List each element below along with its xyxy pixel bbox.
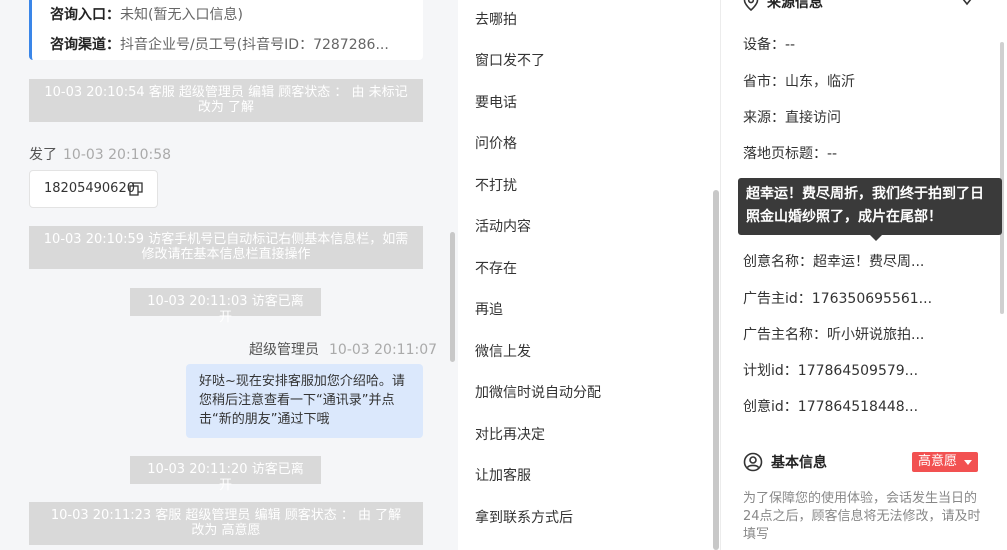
visitor-name: 发了 bbox=[29, 147, 57, 163]
field-source: 来源：直接访问 bbox=[743, 107, 841, 127]
source-info-title: 来源信息 bbox=[767, 0, 823, 11]
field-advertiser-name: 广告主名称：听小妍说旅拍... bbox=[743, 324, 924, 344]
chat-panel: 咨询入口：未知(暂无入口信息) 咨询渠道：抖音企业号/员工号(抖音号ID：728… bbox=[0, 0, 458, 550]
quick-reply-item[interactable]: 不存在 bbox=[475, 258, 517, 278]
visitor-left-notice: 10-03 20:11:03 访客已离开 bbox=[130, 288, 321, 325]
field-value: 山东，临沂 bbox=[785, 74, 855, 90]
quick-reply-scrollbar[interactable] bbox=[713, 190, 719, 550]
field-plan-id: 计划id：177864509579... bbox=[743, 360, 918, 380]
field-landing-title: 落地页标题：-- bbox=[743, 143, 837, 163]
field-value: 听小妍说旅拍... bbox=[827, 327, 925, 343]
system-message: 10-03 20:11:23 客服 超级管理员 编辑 顾客状态 ： 由 了解 改… bbox=[29, 502, 423, 545]
consult-entry-row: 咨询入口：未知(暂无入口信息) bbox=[50, 0, 420, 30]
intent-badge-label: 高意愿 bbox=[918, 454, 958, 469]
field-label: 省市： bbox=[743, 74, 785, 90]
creative-name-tooltip: 超幸运！费尽周折，我们终于拍到了日照金山婚纱照了，成片在尾部！ bbox=[738, 178, 1002, 235]
quick-reply-panel: 去哪拍 窗口发不了 要电话 问价格 不打扰 活动内容 不存在 再追 微信上发 加… bbox=[458, 0, 720, 550]
field-label: 计划id： bbox=[743, 363, 798, 379]
consult-entry-label: 咨询入口： bbox=[50, 7, 120, 23]
field-value: 超幸运！费尽周... bbox=[813, 254, 925, 270]
field-device: 设备：-- bbox=[743, 34, 795, 54]
copy-icon[interactable] bbox=[129, 182, 143, 196]
field-value: 176350695561... bbox=[811, 291, 933, 307]
field-label: 来源： bbox=[743, 110, 785, 126]
field-label: 设备： bbox=[743, 37, 785, 53]
basic-info-title: 基本信息 bbox=[771, 455, 827, 471]
field-creative-id: 创意id：177864518448... bbox=[743, 396, 918, 416]
field-value: 直接访问 bbox=[785, 110, 841, 126]
field-value: 177864518448... bbox=[797, 399, 919, 415]
field-value: -- bbox=[827, 146, 838, 162]
field-advertiser-id: 广告主id：176350695561... bbox=[743, 288, 932, 308]
field-creative-name: 创意名称：超幸运！费尽周... bbox=[743, 251, 924, 271]
quick-reply-item[interactable]: 对比再决定 bbox=[475, 424, 545, 444]
quick-reply-item[interactable]: 再追 bbox=[475, 299, 503, 319]
quick-reply-item[interactable]: 加微信时说自动分配 bbox=[475, 382, 601, 402]
message-time: 10-03 20:11:07 bbox=[329, 342, 438, 358]
agent-message-header: 超级管理员 10-03 20:11:07 bbox=[249, 339, 437, 359]
consult-entry-value: 未知(暂无入口信息) bbox=[120, 7, 243, 23]
message-time: 10-03 20:10:58 bbox=[63, 147, 172, 163]
quick-reply-item[interactable]: 不打扰 bbox=[475, 175, 517, 195]
field-label: 落地页标题： bbox=[743, 146, 827, 162]
system-message: 10-03 20:10:54 客服 超级管理员 编辑 顾客状态 ： 由 未标记 … bbox=[29, 79, 423, 122]
agent-name: 超级管理员 bbox=[249, 342, 319, 358]
field-label: 广告主名称： bbox=[743, 327, 827, 343]
quick-reply-item[interactable]: 窗口发不了 bbox=[475, 50, 545, 70]
agent-message-bubble: 好哒~现在安排客服加您介绍哈。请您稍后注意查看一下“通讯录”并点击“新的朋友”通… bbox=[186, 364, 423, 438]
visitor-phone-bubble: 18205490620 bbox=[29, 170, 158, 208]
visitor-phone-number: 18205490620 bbox=[44, 181, 135, 196]
visitor-message-header: 发了 10-03 20:10:58 bbox=[29, 144, 171, 164]
field-value: -- bbox=[785, 37, 796, 53]
field-label: 创意id： bbox=[743, 399, 798, 415]
user-circle-icon bbox=[743, 452, 763, 472]
edit-icon[interactable] bbox=[957, 0, 977, 8]
field-value: 177864509579... bbox=[797, 363, 919, 379]
quick-reply-item[interactable]: 问价格 bbox=[475, 133, 517, 153]
quick-reply-item[interactable]: 活动内容 bbox=[475, 216, 531, 236]
field-label: 广告主id： bbox=[743, 291, 812, 307]
quick-reply-item[interactable]: 拿到联系方式后 bbox=[475, 507, 573, 527]
edit-deadline-note: 为了保障您的使用体验，会话发生当日的24点之后，顾客信息将无法修改，请及时填写 bbox=[743, 491, 981, 542]
quick-reply-item[interactable]: 要电话 bbox=[475, 92, 517, 112]
consult-channel-row: 咨询渠道：抖音企业号/员工号(抖音号ID：7287286... bbox=[50, 30, 420, 60]
system-message: 10-03 20:10:59 访客手机号已自动标记右侧基本信息栏，如需修改请在基… bbox=[29, 226, 423, 269]
quick-reply-item[interactable]: 微信上发 bbox=[475, 341, 531, 361]
intent-badge-dropdown[interactable]: 高意愿 bbox=[912, 452, 978, 472]
quick-reply-item[interactable]: 让加客服 bbox=[475, 465, 531, 485]
chat-scrollbar[interactable] bbox=[450, 232, 455, 362]
caret-down-icon bbox=[964, 460, 972, 465]
source-info-header: 来源信息 bbox=[743, 0, 823, 12]
consult-info-card: 咨询入口：未知(暂无入口信息) 咨询渠道：抖音企业号/员工号(抖音号ID：728… bbox=[29, 0, 423, 60]
consult-channel-value: 抖音企业号/员工号(抖音号ID：7287286... bbox=[120, 37, 389, 53]
basic-info-header: 基本信息 bbox=[743, 452, 827, 472]
tooltip-arrow bbox=[870, 235, 882, 241]
visitor-left-notice: 10-03 20:11:20 访客已离开 bbox=[130, 456, 321, 493]
field-label: 创意名称： bbox=[743, 254, 813, 270]
field-region: 省市：山东，临沂 bbox=[743, 71, 855, 91]
location-pin-icon bbox=[743, 0, 759, 11]
quick-reply-item[interactable]: 去哪拍 bbox=[475, 9, 517, 29]
consult-channel-label: 咨询渠道： bbox=[50, 37, 120, 53]
